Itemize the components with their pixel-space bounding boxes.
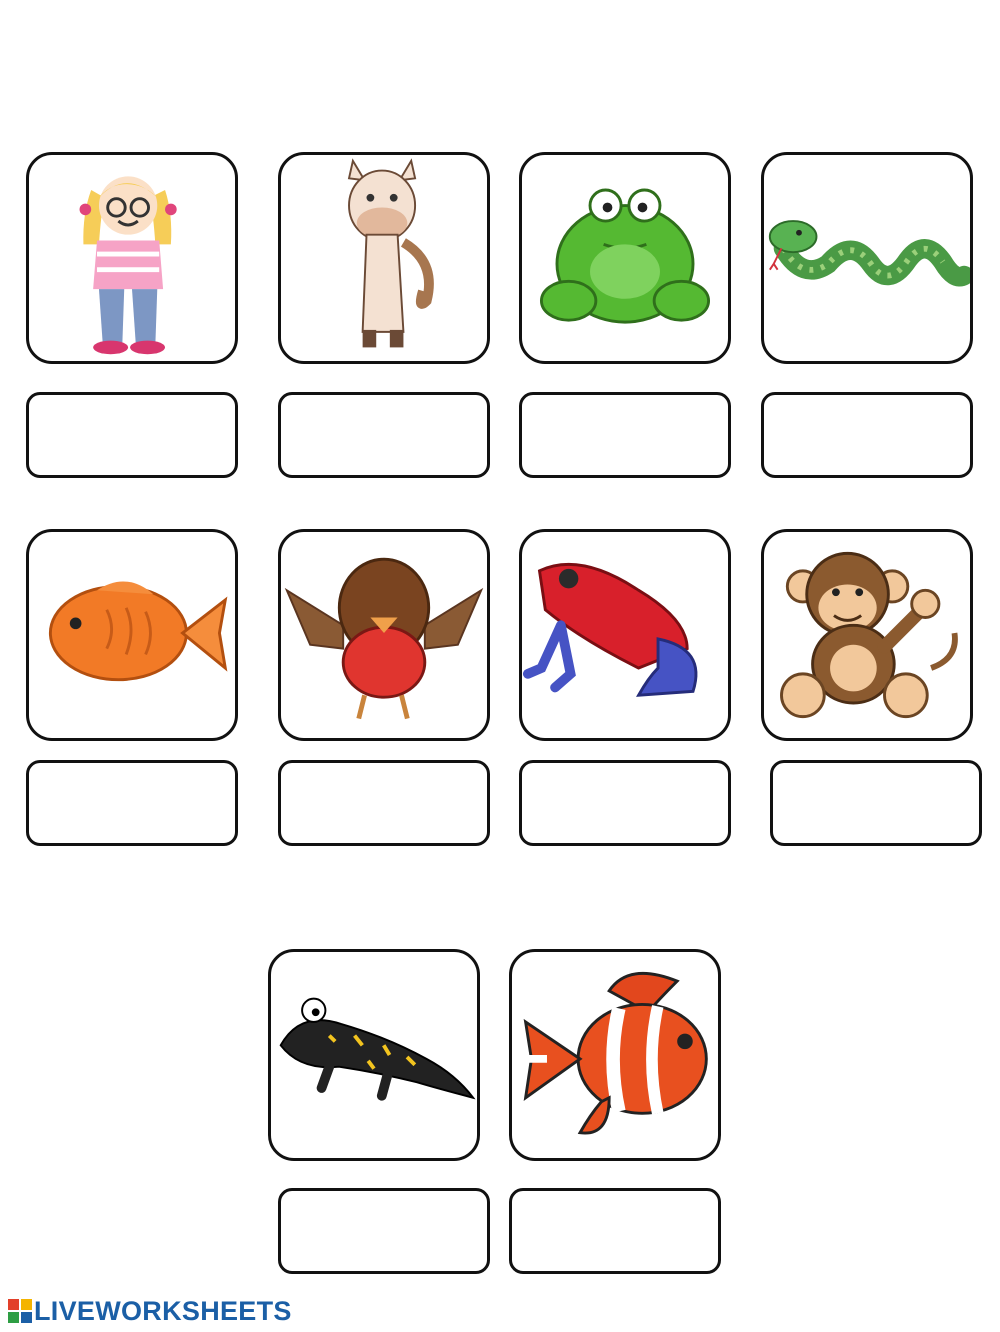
fish-icon — [48, 581, 228, 682]
bird-icon — [284, 557, 484, 720]
answer-field-salamander[interactable] — [278, 1188, 490, 1274]
monkey-icon — [780, 551, 958, 719]
liveworksheets-logo: LIVEWORKSHEETS — [8, 1296, 292, 1326]
picture-card-clownfish — [509, 949, 721, 1161]
picture-card-monkey — [761, 529, 973, 741]
snake-icon — [768, 220, 970, 287]
answer-field-bird[interactable] — [278, 760, 490, 846]
answer-field-clownfish[interactable] — [509, 1188, 721, 1274]
answer-field-poison-dart-frog[interactable] — [519, 760, 731, 846]
picture-card-fish — [26, 529, 238, 741]
picture-card-girl — [26, 152, 238, 364]
brand-name: LIVEWORKSHEETS — [34, 1295, 292, 1326]
picture-card-salamander — [268, 949, 480, 1161]
liveworksheets-logo-icon — [8, 1299, 32, 1323]
answer-field-fish[interactable] — [26, 760, 238, 846]
girl-icon — [79, 176, 177, 355]
picture-card-frog — [519, 152, 731, 364]
answer-field-girl[interactable] — [26, 392, 238, 478]
picture-card-snake — [761, 152, 973, 364]
picture-card-poison-dart-frog — [519, 529, 731, 741]
answer-field-horse[interactable] — [278, 392, 490, 478]
picture-card-bird — [278, 529, 490, 741]
picture-card-horse — [278, 152, 490, 364]
answer-field-frog[interactable] — [519, 392, 731, 478]
answer-field-snake[interactable] — [761, 392, 973, 478]
frog-icon — [539, 188, 711, 324]
poison-dart-frog-icon — [522, 562, 698, 697]
horse-icon — [347, 158, 434, 348]
salamander-icon — [279, 997, 476, 1101]
clownfish-icon — [523, 971, 708, 1135]
answer-field-monkey[interactable] — [770, 760, 982, 846]
